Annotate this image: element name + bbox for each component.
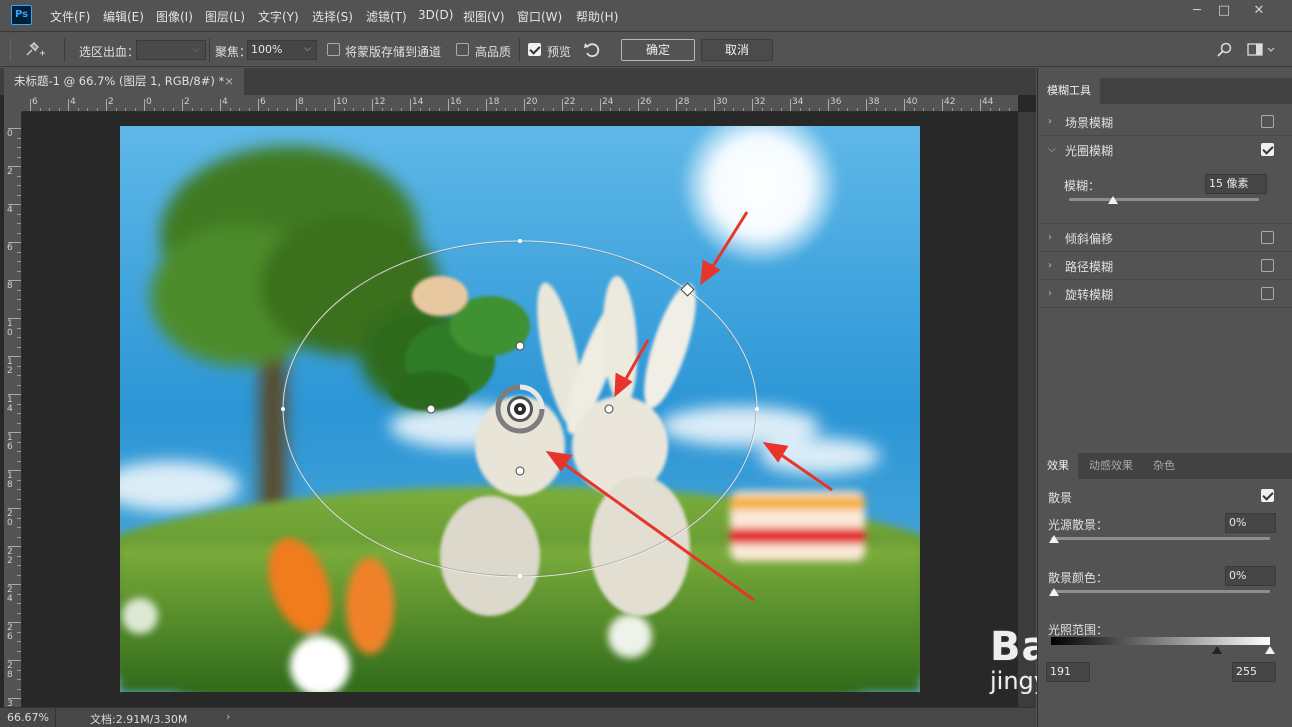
tab-blur-tools[interactable]: 模糊工具 bbox=[1038, 78, 1100, 104]
workspace-icon[interactable] bbox=[1247, 42, 1277, 58]
chevron-right-icon[interactable]: › bbox=[1048, 288, 1052, 299]
tab-effects[interactable]: 效果 bbox=[1038, 453, 1078, 479]
status-bar: 66.67% 文档:2.91M/3.30M › bbox=[0, 707, 1036, 727]
blur-tool-label: 光圈模糊 bbox=[1065, 144, 1114, 158]
light-bokeh-input[interactable]: 0% bbox=[1225, 513, 1276, 533]
light-bokeh-label: 光源散景： bbox=[1048, 518, 1109, 532]
blur-panel: 模糊工具 › 场景模糊 ⌵ 光圈模糊 › 倾斜偏移 › 路径模糊 › 旋转模糊 模糊： 15 像素… bbox=[1037, 68, 1292, 727]
bokeh-label: 散景 bbox=[1048, 491, 1073, 505]
blur-tool-row[interactable]: ⌵ 光圈模糊 bbox=[1038, 136, 1292, 164]
blur-tool-checkbox[interactable] bbox=[1261, 231, 1274, 244]
blur-tool-checkbox[interactable] bbox=[1261, 287, 1274, 300]
blur-tools-tabbar: 模糊工具 bbox=[1038, 78, 1292, 104]
light-range-low-thumb[interactable] bbox=[1212, 646, 1222, 654]
search-icon[interactable] bbox=[1217, 42, 1233, 58]
blur-tool-row[interactable]: › 旋转模糊 bbox=[1038, 280, 1292, 308]
blur-tool-checkbox[interactable] bbox=[1261, 259, 1274, 272]
bokeh-color-thumb[interactable] bbox=[1049, 588, 1059, 596]
tab-motion-effects[interactable]: 动感效果 bbox=[1080, 453, 1142, 479]
maximize-icon[interactable]: □ bbox=[1211, 3, 1237, 21]
zoom-level[interactable]: 66.67% bbox=[7, 711, 49, 724]
blur-amount-label: 模糊： bbox=[1064, 179, 1101, 193]
light-range-slider[interactable] bbox=[1051, 637, 1270, 645]
bokeh-checkbox[interactable] bbox=[1261, 489, 1274, 502]
light-range-high-thumb[interactable] bbox=[1265, 646, 1275, 654]
blur-tool-checkbox[interactable] bbox=[1261, 143, 1274, 156]
blur-tool-row[interactable]: › 路径模糊 bbox=[1038, 252, 1292, 280]
bokeh-color-label: 散景颜色： bbox=[1048, 571, 1109, 585]
chevron-down-icon[interactable]: ⌵ bbox=[1048, 144, 1056, 155]
chevron-right-icon[interactable]: › bbox=[1048, 116, 1052, 127]
blur-tool-label: 路径模糊 bbox=[1065, 260, 1114, 274]
blur-tool-label: 倾斜偏移 bbox=[1065, 232, 1114, 246]
blur-tool-row[interactable]: › 场景模糊 bbox=[1038, 108, 1292, 136]
chevron-right-icon[interactable]: › bbox=[1048, 260, 1052, 271]
light-range-label: 光照范围： bbox=[1048, 623, 1109, 637]
blur-amount-input[interactable]: 15 像素 bbox=[1205, 174, 1267, 194]
effects-tabbar: 效果 动感效果 杂色 bbox=[1038, 453, 1292, 479]
document-info: 文档:2.91M/3.30M bbox=[90, 713, 188, 726]
minimize-icon[interactable]: ─ bbox=[1184, 3, 1210, 21]
chevron-right-icon[interactable]: › bbox=[1048, 232, 1052, 243]
blur-tool-label: 场景模糊 bbox=[1065, 116, 1114, 130]
tab-noise[interactable]: 杂色 bbox=[1144, 453, 1184, 479]
blur-tool-row[interactable]: › 倾斜偏移 bbox=[1038, 224, 1292, 252]
bokeh-color-input[interactable]: 0% bbox=[1225, 566, 1276, 586]
close-window-icon[interactable]: ✕ bbox=[1246, 3, 1272, 21]
status-menu-arrow-icon[interactable]: › bbox=[226, 710, 230, 723]
blur-amount-slider[interactable] bbox=[1069, 198, 1259, 201]
light-bokeh-slider[interactable] bbox=[1051, 537, 1270, 540]
blur-slider-thumb[interactable] bbox=[1107, 196, 1118, 204]
blur-tool-checkbox[interactable] bbox=[1261, 115, 1274, 128]
light-range-low-input[interactable]: 191 bbox=[1046, 662, 1090, 682]
bokeh-color-slider[interactable] bbox=[1051, 590, 1270, 593]
light-bokeh-thumb[interactable] bbox=[1049, 535, 1059, 543]
light-range-high-input[interactable]: 255 bbox=[1232, 662, 1276, 682]
annotation-arrows bbox=[545, 211, 833, 602]
blur-tool-label: 旋转模糊 bbox=[1065, 288, 1114, 302]
